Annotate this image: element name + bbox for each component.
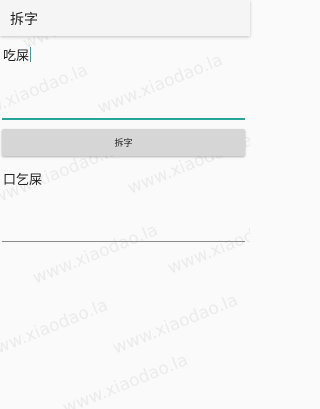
watermark-text: www.xiaodao.la [0, 295, 111, 364]
app-bar: 拆字 [0, 0, 250, 36]
split-character-button[interactable]: 拆字 [2, 129, 245, 156]
result-underline [2, 241, 245, 242]
input-underline [2, 118, 245, 120]
result-value: 口乞屎 [3, 173, 43, 188]
split-button-label: 拆字 [114, 139, 133, 149]
result-text-field[interactable]: 口乞屎 [2, 164, 245, 242]
text-caret [30, 47, 32, 62]
watermark-text: www.xiaodao.la [110, 290, 241, 359]
input-value: 吃屎 [3, 49, 30, 64]
watermark-text: www.xiaodao.la [60, 350, 191, 409]
chinese-text-input[interactable]: 吃屎 [2, 40, 245, 120]
app-title: 拆字 [10, 12, 38, 28]
